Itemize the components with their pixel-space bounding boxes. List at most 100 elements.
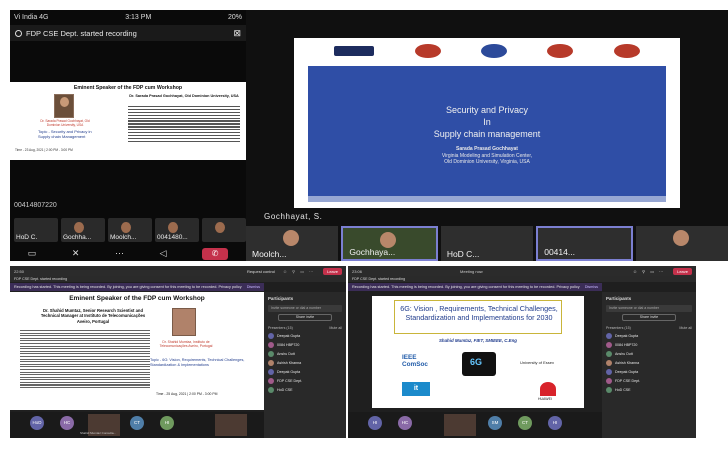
recording-banner-text: Recording has started. This meeting is b… (14, 285, 242, 289)
participant-name: Moolch... (110, 234, 137, 241)
participant-id-label: 00414807220 (14, 202, 57, 209)
participant-row[interactable]: HoD CSE (264, 385, 346, 394)
participant-row[interactable]: FDP CSE Dept. (602, 376, 696, 385)
participant-row[interactable]: Anshu Dutt (264, 349, 346, 358)
participant-tile[interactable] (202, 218, 246, 242)
institute-logo (547, 44, 574, 58)
shared-slide: Security and Privacy In Supply chain man… (294, 38, 680, 208)
participant-video[interactable] (444, 414, 476, 436)
hang-up-button[interactable]: ✆ (202, 247, 229, 260)
participant-row[interactable]: Deepak Gupta (602, 331, 696, 340)
participant-video (74, 221, 85, 233)
active-speaker-label: Gochhayat, S. (264, 212, 323, 221)
presenter-university: Old Dominion University, Virginia, USA (444, 159, 530, 165)
participant-tile[interactable]: 0041480... (155, 218, 199, 242)
participant-row[interactable]: Ashish Khanna (602, 358, 696, 367)
slide-title: Eminent Speaker of the FDP cum Workshop (69, 295, 205, 302)
participant-row[interactable]: Anshu Dutt (602, 349, 696, 358)
slide-topic: Topic - 6G: Vision, Requirements, Techni… (150, 358, 245, 367)
participant-avatar[interactable]: CT (518, 416, 532, 430)
participant-video-label: Shahid Mumtaz Consulta... (80, 431, 117, 435)
participant-avatar[interactable]: CT (130, 416, 144, 430)
section-label: Presenters (15) (268, 326, 293, 330)
speaker-caption: Dr. Sarada Prasad Gochhayat, Old Dominio… (40, 119, 90, 127)
avatar (268, 332, 274, 339)
participant-avatar[interactable]: HoD (30, 416, 44, 430)
request-control-button[interactable]: Request control (247, 269, 275, 274)
recording-banner: Recording has started. This meeting is b… (348, 283, 602, 291)
dismiss-button[interactable]: Dismiss (247, 283, 260, 291)
title-line: Supply chain management (433, 129, 541, 140)
participant-tile[interactable]: Gochha... (61, 218, 105, 242)
toolbar-icons[interactable]: ☺ ⚲ ▭ ⋯ (283, 269, 315, 274)
participant-avatar[interactable]: HI (368, 416, 382, 430)
speaker-name-right: Dr. Sarada Prasad Gochhayat, Old Dominio… (129, 94, 239, 98)
dismiss-button[interactable]: Dismiss (585, 283, 598, 291)
participant-name: 0084 HBP720 (615, 342, 638, 347)
participant-tile[interactable]: 00414... (536, 226, 633, 261)
participant-name: Gochha... (63, 234, 92, 241)
mute-all-button[interactable]: Mute all (679, 326, 692, 330)
participant-name: Deepak Gupta (277, 333, 301, 338)
participant-name: FDP CSE Dept. (277, 378, 303, 383)
leave-button[interactable]: Leave (673, 267, 692, 275)
participant-tile[interactable]: HoD C. (14, 218, 58, 242)
participant-row[interactable]: HoD CSE (602, 385, 696, 394)
recording-banner: Recording has started. This meeting is b… (10, 283, 264, 291)
stop-recording-icon[interactable]: ⊠ (233, 28, 241, 39)
participant-tile[interactable] (635, 226, 728, 261)
section-label: Presenters (15) (606, 326, 631, 330)
more-options-icon[interactable]: ⋯ (115, 249, 124, 258)
participant-row[interactable]: Deepak Gupta (264, 367, 346, 376)
participant-video (168, 221, 179, 233)
mic-muted-icon[interactable]: ✕ (72, 249, 80, 258)
recording-note: FDP CSE Dept. started recording (10, 276, 346, 282)
avatar (268, 386, 274, 393)
participant-name: Anshu Dutt (615, 351, 633, 356)
title-slide-panel: Security and Privacy In Supply chain man… (308, 66, 666, 202)
participant-strip: HoD HC Shahid Mumtaz Consulta... CT HI (10, 412, 264, 438)
participant-avatar[interactable]: HI (160, 416, 174, 430)
participant-row[interactable]: Deepak Gupta (602, 367, 696, 376)
participant-row[interactable]: Ashish Khanna (264, 358, 346, 367)
battery-text: 20% (227, 13, 242, 21)
participant-avatar[interactable]: HC (60, 416, 74, 430)
mute-all-button[interactable]: Mute all (329, 326, 342, 330)
toolbar-icons[interactable]: ☺ ⚲ ▭ ⋯ (633, 269, 665, 274)
participant-row[interactable]: 0084 HBP720 (264, 340, 346, 349)
invite-input[interactable]: Invite someone or dial a number (268, 305, 342, 312)
participant-row[interactable]: FDP CSE Dept. (264, 376, 346, 385)
leave-button[interactable]: Leave (323, 267, 342, 275)
participant-row[interactable]: 0084 HBP720 (602, 340, 696, 349)
participant-avatar[interactable]: HC (398, 416, 412, 430)
participant-name: 00414... (544, 247, 575, 257)
participant-tile[interactable]: Moolch... (246, 226, 339, 261)
invite-input[interactable]: Invite someone or dial a number (606, 305, 692, 312)
slide-time: Time - 23 Aug, 2021 | 2:00 PM - 3:00 PM (15, 148, 73, 152)
recording-text: FDP CSE Dept. started recording (26, 28, 137, 38)
desktop-meeting-screenshot: 23:06 Meeting now ☺ ⚲ ▭ ⋯ Leave FDP CSE … (348, 266, 696, 438)
speaker-icon[interactable]: ◁ (160, 249, 167, 258)
self-video[interactable] (215, 414, 247, 436)
share-invite-button[interactable]: Share invite (278, 314, 332, 321)
participant-avatar[interactable]: SM (488, 416, 502, 430)
participant-avatar[interactable]: HI (548, 416, 562, 430)
participant-name: Ashish Khanna (615, 360, 640, 365)
participant-video (121, 221, 132, 233)
meeting-timer: 22:50 (14, 268, 25, 274)
participant-tile[interactable]: HoD C... (440, 226, 534, 261)
slide-title: 6G: Vision , Requirements, Technical Cha… (400, 304, 558, 322)
participant-tile[interactable]: Moolch... (108, 218, 152, 242)
presenters-section: Presenters (15) Mute all (264, 323, 346, 331)
participant-tile[interactable]: Gochhaya... (341, 226, 438, 261)
phone-call-screenshot: Vi India 4G 3:13 PM 20% FDP CSE Dept. st… (10, 10, 246, 261)
participant-name: 0084 HBP720 (277, 342, 300, 347)
video-camera-icon[interactable]: ▭ (28, 249, 37, 258)
it-logo: it (402, 382, 430, 396)
participants-title: Participants (268, 296, 294, 301)
participant-tiles: Moolch... Gochhaya... HoD C... 00414... (246, 226, 728, 261)
participant-strip: HI HC SM CT HI (348, 412, 602, 438)
participant-row[interactable]: Deepak Gupta (264, 331, 346, 340)
share-invite-button[interactable]: Share invite (622, 314, 676, 321)
bio-text-block (128, 106, 240, 144)
